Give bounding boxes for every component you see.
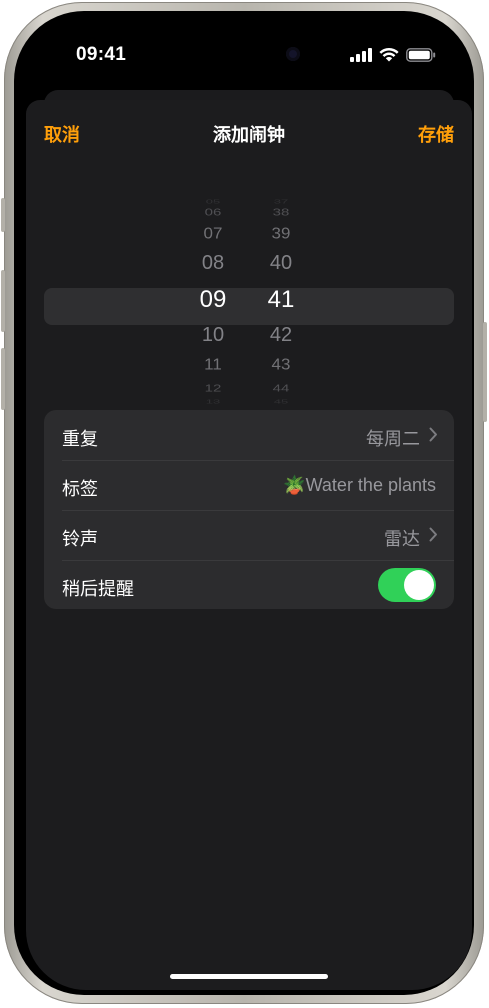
save-button[interactable]: 存储: [418, 121, 454, 147]
label-row[interactable]: 标签 🪴Water the plants: [44, 460, 454, 510]
status-time: 09:41: [76, 44, 127, 65]
minute-option[interactable]: 45: [251, 398, 311, 405]
snooze-row: 稍后提醒: [44, 560, 454, 609]
repeat-label: 重复: [62, 429, 98, 449]
plant-emoji-icon: 🪴: [283, 475, 306, 495]
add-alarm-sheet: 取消 添加闹钟 存储 05 06 07 08 09 10 11 12 13 37 38 39 40 41…: [26, 100, 472, 990]
picker-selection-band: [44, 288, 454, 325]
camera-icon: [286, 47, 300, 61]
hour-option[interactable]: 11: [183, 356, 243, 374]
minute-option[interactable]: 40: [251, 252, 311, 275]
phone-frame: 09:41 取消 添加闹钟 存储 05 06 07 08 09 10 11 12…: [1, 2, 487, 1004]
snooze-label: 稍后提醒: [62, 579, 134, 599]
minute-wheel[interactable]: 37 38 39 40 41 42 43 44 45: [251, 198, 311, 410]
wifi-icon: [379, 47, 399, 62]
label-label: 标签: [62, 479, 98, 499]
action-button: [1, 198, 5, 232]
volume-up-button: [1, 270, 5, 332]
minute-option[interactable]: 37: [251, 198, 311, 205]
volume-down-button: [1, 348, 5, 410]
repeat-row[interactable]: 重复 每周二: [44, 410, 454, 460]
hour-option[interactable]: 07: [183, 225, 243, 243]
home-indicator[interactable]: [170, 974, 328, 979]
minute-option[interactable]: 43: [251, 356, 311, 374]
repeat-value: 每周二: [366, 429, 420, 449]
hour-option[interactable]: 12: [183, 383, 243, 395]
screen: 09:41 取消 添加闹钟 存储 05 06 07 08 09 10 11 12…: [26, 22, 472, 990]
cellular-signal-icon: [350, 47, 372, 62]
hour-option[interactable]: 06: [183, 207, 243, 219]
hour-option[interactable]: 05: [183, 198, 243, 205]
sound-row[interactable]: 铃声 雷达: [44, 510, 454, 560]
label-text: Water the plants: [305, 475, 436, 495]
minute-option[interactable]: 38: [251, 207, 311, 219]
hour-selected[interactable]: 09: [183, 286, 243, 314]
label-value[interactable]: 🪴Water the plants: [283, 475, 436, 496]
sound-label: 铃声: [62, 529, 98, 549]
side-button: [483, 322, 487, 422]
sound-value: 雷达: [384, 529, 420, 549]
nav-bar: 取消 添加闹钟 存储: [26, 100, 472, 160]
minute-option[interactable]: 44: [251, 383, 311, 395]
minute-selected[interactable]: 41: [251, 286, 311, 314]
chevron-right-icon: [429, 527, 437, 542]
chevron-right-icon: [429, 427, 437, 442]
battery-icon: [406, 47, 436, 62]
time-picker[interactable]: 05 06 07 08 09 10 11 12 13 37 38 39 40 41 42 43 44 45: [26, 198, 472, 410]
hour-option[interactable]: 13: [183, 398, 243, 405]
hour-wheel[interactable]: 05 06 07 08 09 10 11 12 13: [183, 198, 243, 410]
minute-option[interactable]: 39: [251, 225, 311, 243]
dynamic-island: [186, 36, 310, 73]
snooze-toggle[interactable]: [378, 568, 436, 602]
hour-option[interactable]: 10: [183, 324, 243, 347]
hour-option[interactable]: 08: [183, 252, 243, 275]
settings-card: 重复 每周二 标签 🪴Water the plants 铃声 雷达 稍后提醒: [44, 410, 454, 609]
page-title: 添加闹钟: [213, 125, 285, 145]
status-icons: [350, 47, 436, 62]
minute-option[interactable]: 42: [251, 324, 311, 347]
toggle-knob: [404, 570, 434, 600]
